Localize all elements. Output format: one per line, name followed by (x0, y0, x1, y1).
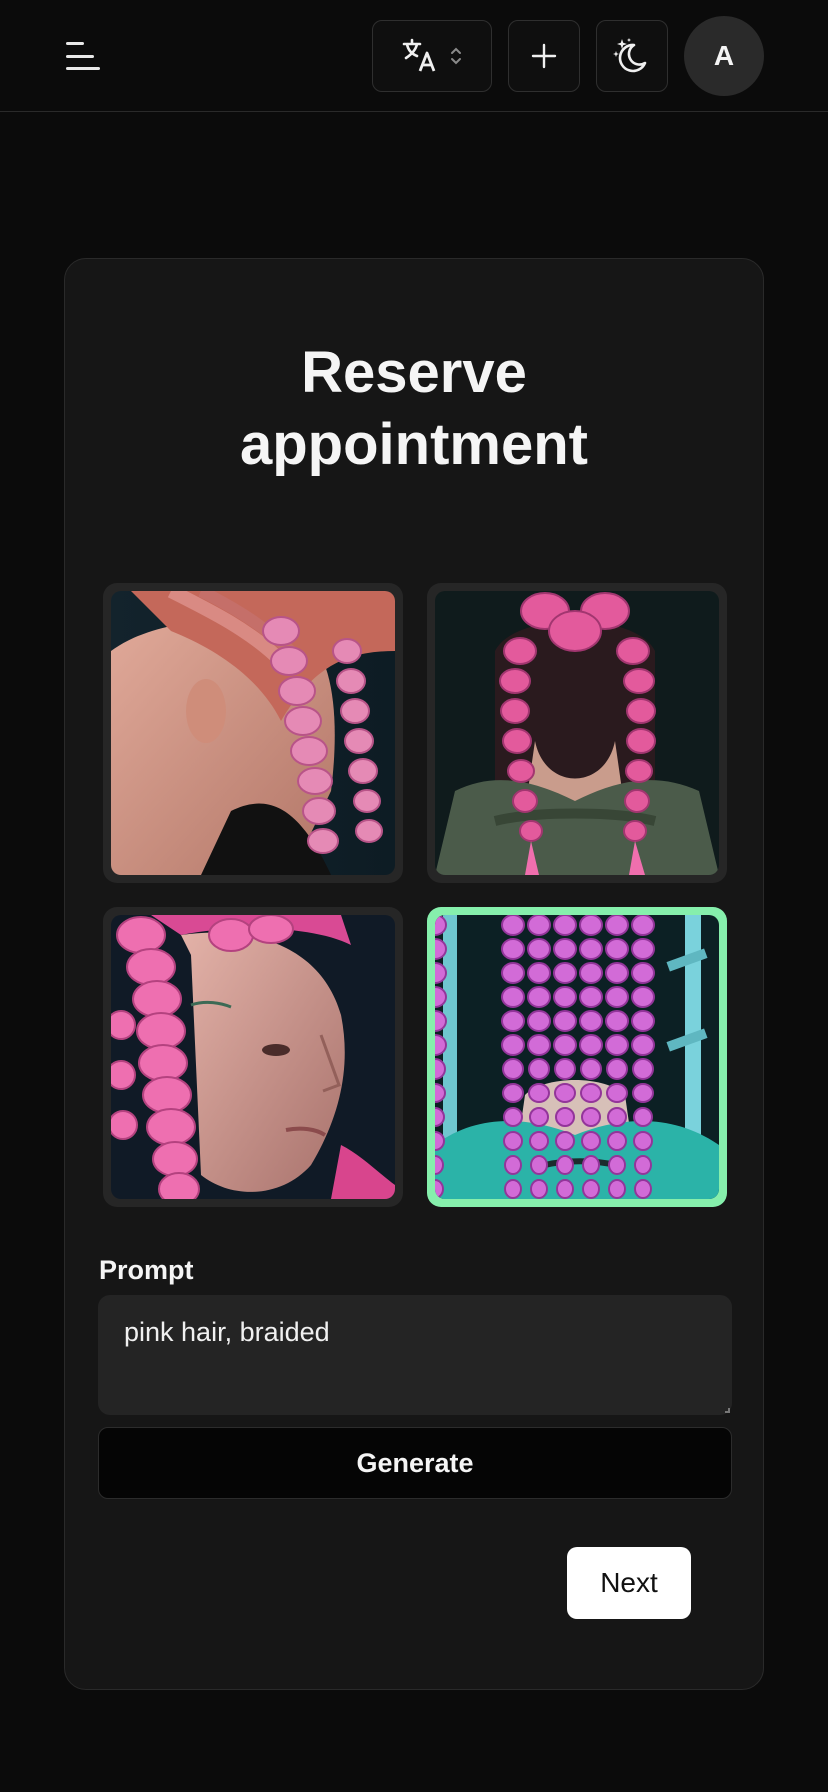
theme-toggle-button[interactable] (596, 20, 668, 92)
hamburger-icon (66, 42, 84, 45)
prompt-value: pink hair, braided (124, 1317, 330, 1347)
add-button[interactable] (508, 20, 580, 92)
translate-icon (402, 38, 436, 72)
prompt-textarea[interactable]: pink hair, braided (98, 1295, 732, 1415)
hairstyle-photo-1 (111, 591, 395, 875)
gallery-image-4-selected[interactable] (427, 907, 727, 1207)
page-title: Reserve appointment (240, 340, 588, 477)
hairstyle-image (111, 915, 395, 1199)
menu-button[interactable] (58, 38, 108, 74)
language-button[interactable] (372, 20, 492, 92)
reservation-card: Reserve appointment Prompt pink hair, br… (64, 258, 764, 1690)
moon-stars-icon (613, 38, 647, 73)
top-bar: A (0, 0, 828, 112)
hamburger-icon-line (66, 54, 94, 58)
prompt-label: Prompt (99, 1255, 194, 1285)
hairstyle-image (111, 591, 395, 875)
gallery-image-1[interactable] (103, 583, 403, 883)
gallery-image-2[interactable] (427, 583, 727, 883)
chevron-up-down-icon (451, 47, 461, 65)
hamburger-icon-line (66, 67, 100, 70)
gallery-image-3[interactable] (103, 907, 403, 1207)
hairstyle-image (435, 591, 719, 875)
hairstyle-image (435, 915, 719, 1199)
generate-button[interactable]: Generate (98, 1427, 732, 1499)
resize-handle-icon[interactable] (725, 1408, 730, 1413)
plus-icon (531, 43, 557, 69)
hairstyle-photo-2 (435, 591, 719, 875)
avatar[interactable]: A (684, 16, 764, 96)
hairstyle-photo-4 (435, 915, 719, 1199)
next-button[interactable]: Next (567, 1547, 691, 1619)
hairstyle-photo-3 (111, 915, 395, 1199)
avatar-initial: A (713, 40, 735, 71)
